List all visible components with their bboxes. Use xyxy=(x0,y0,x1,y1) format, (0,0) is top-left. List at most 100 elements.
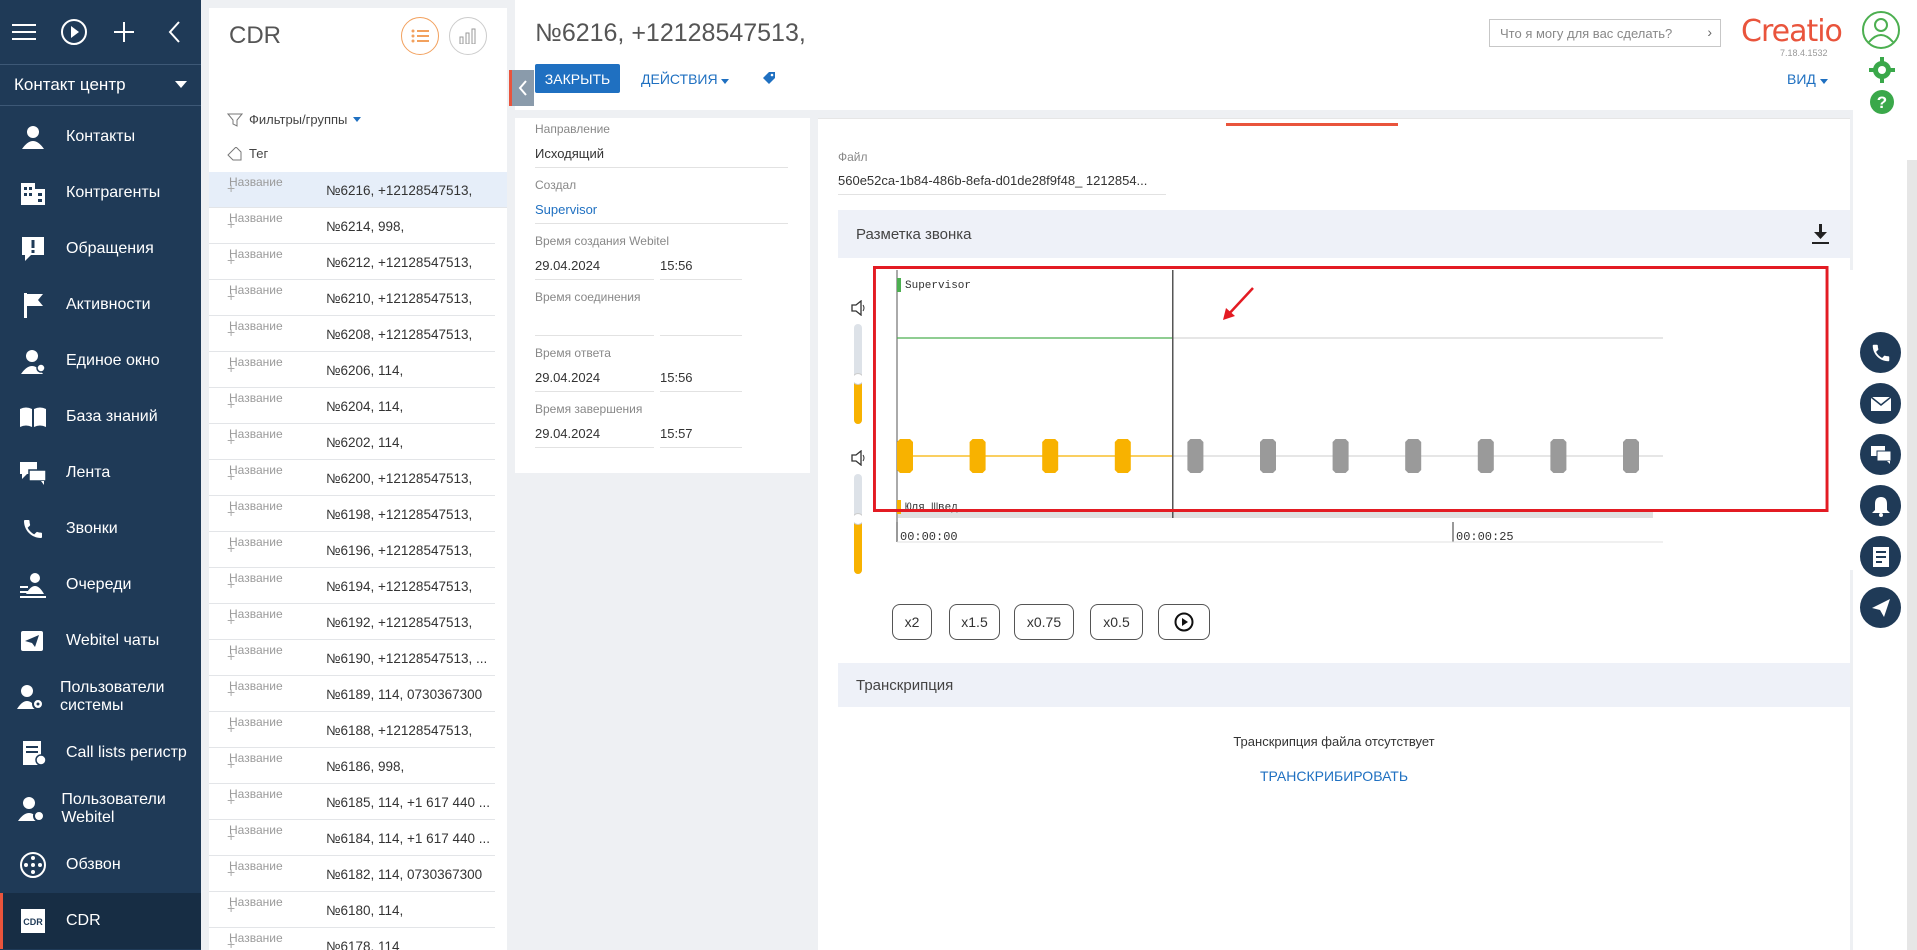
help-icon[interactable]: ? xyxy=(1868,88,1896,121)
profile-avatar[interactable] xyxy=(1861,10,1901,55)
nav-item-call-lists[interactable]: Call lists регистр xyxy=(0,725,201,781)
volume-knob[interactable] xyxy=(854,513,862,525)
workspace-select[interactable]: Контакт центр xyxy=(0,64,201,106)
play-button[interactable] xyxy=(1158,604,1210,640)
plus-icon[interactable]: + xyxy=(227,793,235,807)
list-item[interactable]: Название + №6198, +12128547513, xyxy=(209,496,495,532)
plus-icon[interactable]: + xyxy=(227,469,235,483)
email-panel-button[interactable] xyxy=(1860,383,1901,424)
tasks-panel-button[interactable] xyxy=(1860,536,1901,577)
plus-icon[interactable]: + xyxy=(227,217,235,231)
nav-item-webitel-users[interactable]: Пользователи Webitel xyxy=(0,781,201,837)
speed-x0-5-button[interactable]: x0.5 xyxy=(1090,604,1143,640)
time-value[interactable]: 15:57 xyxy=(660,426,742,448)
plus-icon[interactable] xyxy=(110,18,138,46)
volume-slider-bottom[interactable] xyxy=(854,474,862,574)
plus-icon[interactable]: + xyxy=(227,289,235,303)
plus-icon[interactable]: + xyxy=(227,397,235,411)
nav-item-dialing[interactable]: Обзвон xyxy=(0,837,201,893)
list-item[interactable]: Название + №6188, +12128547513, xyxy=(209,712,495,748)
analytics-view-button[interactable] xyxy=(449,17,487,55)
collapse-panel-button[interactable] xyxy=(509,70,534,106)
plus-icon[interactable]: + xyxy=(227,649,235,663)
volume-knob[interactable] xyxy=(854,373,862,385)
notifications-panel-button[interactable] xyxy=(1860,485,1901,526)
time-value[interactable]: 15:56 xyxy=(660,258,742,280)
plus-icon[interactable]: + xyxy=(227,505,235,519)
plus-icon[interactable]: + xyxy=(227,181,235,195)
actions-dropdown[interactable]: ДЕЙСТВИЯ xyxy=(641,71,730,87)
nav-item-knowledge-base[interactable]: База знаний xyxy=(0,389,201,445)
list-item[interactable]: Название + №6196, +12128547513, xyxy=(209,532,495,568)
nav-item-system-users[interactable]: Пользователи системы xyxy=(0,669,201,725)
list-item[interactable]: Название + №6180, 114, xyxy=(209,892,495,928)
nav-item-cases[interactable]: Обращения xyxy=(0,221,201,277)
list-item[interactable]: Название + №6212, +12128547513, xyxy=(209,244,495,280)
tag-button[interactable] xyxy=(761,70,777,91)
list-item[interactable]: Название + №6202, 114, xyxy=(209,424,495,460)
date-value[interactable]: 29.04.2024 xyxy=(535,426,654,448)
speed-x1-5-button[interactable]: x1.5 xyxy=(949,604,1000,640)
nav-item-contacts[interactable]: Контакты xyxy=(0,109,201,165)
settings-icon[interactable] xyxy=(1868,56,1896,89)
list-item[interactable]: Название + №6194, +12128547513, xyxy=(209,568,495,604)
play-icon[interactable] xyxy=(60,18,88,46)
nav-item-webitel-chats[interactable]: Webitel чаты xyxy=(0,613,201,669)
volume-icon[interactable] xyxy=(851,299,867,321)
volume-icon[interactable] xyxy=(851,449,867,471)
speed-x2-button[interactable]: x2 xyxy=(892,604,932,640)
command-search-input[interactable]: Что я могу для вас сделать? › xyxy=(1489,19,1721,47)
file-value[interactable]: 560e52ca-1b84-486b-8efa-d01de28f9f48_ 12… xyxy=(838,173,1166,195)
list-item[interactable]: Название + №6190, +12128547513, ... xyxy=(209,640,495,676)
plus-icon[interactable]: + xyxy=(227,325,235,339)
plus-icon[interactable]: + xyxy=(227,865,235,879)
download-icon[interactable] xyxy=(1810,223,1830,249)
list-item[interactable]: Название + №6200, +12128547513, xyxy=(209,460,495,496)
list-item[interactable]: Название + №6214, 998, xyxy=(209,208,495,244)
send-panel-button[interactable] xyxy=(1860,587,1901,628)
list-item[interactable]: Название + №6185, 114, +1 617 440 ... xyxy=(209,784,495,820)
plus-icon[interactable]: + xyxy=(227,433,235,447)
list-item[interactable]: Название + №6192, +12128547513, xyxy=(209,604,495,640)
page-scrollbar[interactable] xyxy=(1907,160,1917,950)
list-view-button[interactable] xyxy=(401,17,439,55)
plus-icon[interactable]: + xyxy=(227,757,235,771)
speed-x0-75-button[interactable]: x0.75 xyxy=(1014,604,1074,640)
filters-groups-button[interactable]: Фильтры/группы xyxy=(227,112,362,127)
list-item[interactable]: Название + №6210, +12128547513, xyxy=(209,280,495,316)
close-button[interactable]: ЗАКРЫТЬ xyxy=(535,64,620,93)
plus-icon[interactable]: + xyxy=(227,577,235,591)
date-value[interactable]: 29.04.2024 xyxy=(535,258,654,280)
list-item[interactable]: Название + №6182, 114, 0730367300 xyxy=(209,856,495,892)
nav-item-feed[interactable]: Лента xyxy=(0,445,201,501)
volume-slider-top[interactable] xyxy=(854,324,862,424)
plus-icon[interactable]: + xyxy=(227,901,235,915)
list-item[interactable]: Название + №6178, 114 xyxy=(209,928,495,950)
time-value[interactable] xyxy=(660,314,742,336)
list-item[interactable]: Название + №6208, +12128547513, xyxy=(209,316,495,352)
chat-panel-button[interactable] xyxy=(1860,434,1901,475)
list-item[interactable]: Название + №6184, 114, +1 617 440 ... xyxy=(209,820,495,856)
created-by-link[interactable]: Supervisor xyxy=(535,202,788,224)
date-value[interactable]: 29.04.2024 xyxy=(535,370,654,392)
list-item[interactable]: Название + №6216, +12128547513, xyxy=(209,172,507,208)
plus-icon[interactable]: + xyxy=(227,541,235,555)
phone-panel-button[interactable] xyxy=(1860,332,1901,373)
list-item[interactable]: Название + №6206, 114, xyxy=(209,352,495,388)
tag-filter-button[interactable]: Тег xyxy=(227,146,268,161)
transcribe-button[interactable]: ТРАНСКРИБИРОВАТЬ xyxy=(818,768,1850,784)
plus-icon[interactable]: + xyxy=(227,829,235,843)
view-dropdown[interactable]: ВИД xyxy=(1787,71,1828,87)
list-item[interactable]: Название + №6186, 998, xyxy=(209,748,495,784)
list-item[interactable]: Название + №6204, 114, xyxy=(209,388,495,424)
chevron-right-icon[interactable]: › xyxy=(1707,24,1712,40)
nav-item-single-window[interactable]: Единое окно xyxy=(0,333,201,389)
plus-icon[interactable]: + xyxy=(227,253,235,267)
nav-item-activities[interactable]: Активности xyxy=(0,277,201,333)
menu-icon[interactable] xyxy=(10,18,38,46)
time-value[interactable]: 15:56 xyxy=(660,370,742,392)
nav-item-calls[interactable]: Звонки xyxy=(0,501,201,557)
list-item[interactable]: Название + №6189, 114, 0730367300 xyxy=(209,676,495,712)
plus-icon[interactable]: + xyxy=(227,937,235,950)
nav-item-cdr[interactable]: CDR CDR xyxy=(0,893,201,949)
